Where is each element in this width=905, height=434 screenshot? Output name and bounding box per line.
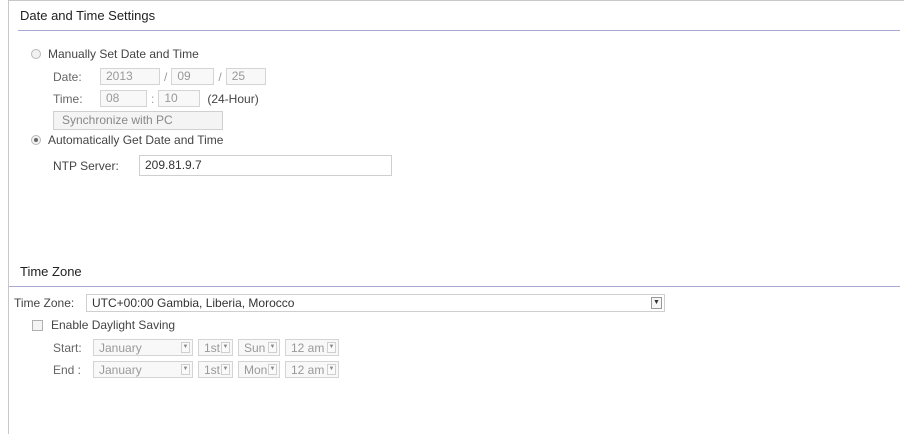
dst-start-month-value: January: [99, 340, 142, 355]
dst-start-week-value: 1st: [204, 340, 221, 355]
time-zone-row: Time Zone: UTC+00:00 Gambia, Liberia, Mo…: [14, 294, 665, 312]
chevron-down-icon[interactable]: ▼: [221, 364, 230, 375]
manual-datetime-option[interactable]: Manually Set Date and Time: [31, 47, 199, 61]
dst-start-label: Start:: [53, 340, 82, 355]
auto-datetime-label: Automatically Get Date and Time: [48, 133, 224, 147]
dst-start-day-value: Sun: [244, 340, 266, 355]
date-time-section-title: Date and Time Settings: [20, 8, 156, 23]
dst-start-week-select[interactable]: 1st ▼: [198, 339, 233, 356]
time-label: Time:: [53, 91, 83, 106]
chevron-down-icon[interactable]: ▼: [181, 342, 190, 353]
date-time-section-rule: [18, 30, 900, 31]
ntp-server-label: NTP Server:: [53, 158, 119, 173]
daylight-saving-label: Enable Daylight Saving: [51, 318, 176, 332]
day-input[interactable]: 25: [225, 68, 266, 85]
chevron-down-icon[interactable]: ▼: [327, 364, 336, 375]
ntp-row: NTP Server: 209.81.9.7: [53, 155, 392, 176]
chevron-down-icon[interactable]: ▼: [651, 297, 662, 309]
time-row: Time: 08 : 10 (24-Hour): [53, 90, 259, 107]
sync-with-pc-button[interactable]: Synchronize with PC: [53, 111, 223, 130]
auto-datetime-radio[interactable]: [31, 135, 41, 145]
daylight-saving-checkbox[interactable]: [32, 319, 43, 331]
chevron-down-icon[interactable]: ▼: [327, 342, 336, 353]
year-input[interactable]: 2013: [100, 68, 160, 85]
month-input[interactable]: 09: [171, 68, 215, 85]
time-format-label: (24-Hour): [207, 91, 259, 106]
dst-start-day-select[interactable]: Sun ▼: [238, 339, 280, 356]
dst-end-day-select[interactable]: Mon ▼: [238, 361, 280, 378]
dst-end-week-select[interactable]: 1st ▼: [198, 361, 233, 378]
dst-end-day-value: Mon: [244, 362, 268, 377]
chevron-down-icon[interactable]: ▼: [268, 342, 277, 353]
dst-end-month-value: January: [99, 362, 142, 377]
dst-start-hour-value: 12 am: [291, 340, 325, 355]
time-zone-select[interactable]: UTC+00:00 Gambia, Liberia, Morocco ▼: [86, 294, 665, 312]
date-row: Date: 2013 / 09 / 25: [53, 68, 266, 85]
time-separator: :: [151, 91, 155, 106]
dst-end-week-value: 1st: [204, 362, 221, 377]
dst-start-month-select[interactable]: January ▼: [93, 339, 193, 356]
dst-end-month-select[interactable]: January ▼: [93, 361, 193, 378]
minute-input[interactable]: 10: [158, 90, 201, 107]
ntp-server-input[interactable]: 209.81.9.7: [139, 155, 392, 176]
dst-end-row: End : January ▼ 1st ▼ Mon ▼ 12 am ▼: [53, 361, 339, 378]
time-zone-value: UTC+00:00 Gambia, Liberia, Morocco: [92, 296, 295, 310]
auto-datetime-option[interactable]: Automatically Get Date and Time: [31, 133, 223, 147]
dst-start-hour-select[interactable]: 12 am ▼: [285, 339, 339, 356]
dst-end-label: End :: [53, 362, 82, 377]
dst-end-hour-value: 12 am: [291, 362, 325, 377]
date-separator: /: [164, 69, 168, 84]
dst-start-row: Start: January ▼ 1st ▼ Sun ▼ 12 am ▼: [53, 339, 339, 356]
chevron-down-icon[interactable]: ▼: [221, 342, 230, 353]
manual-datetime-radio[interactable]: [31, 49, 41, 59]
sync-row: Synchronize with PC: [53, 111, 223, 130]
daylight-saving-option[interactable]: Enable Daylight Saving: [32, 318, 175, 332]
time-zone-section-rule: [9, 286, 900, 287]
time-zone-section-title: Time Zone: [20, 264, 82, 279]
manual-datetime-label: Manually Set Date and Time: [48, 47, 199, 61]
date-separator: /: [218, 69, 222, 84]
date-label: Date:: [53, 69, 82, 84]
chevron-down-icon[interactable]: ▼: [181, 364, 190, 375]
chevron-down-icon[interactable]: ▼: [268, 364, 277, 375]
time-zone-label: Time Zone:: [14, 296, 75, 310]
hour-input[interactable]: 08: [100, 90, 147, 107]
dst-end-hour-select[interactable]: 12 am ▼: [285, 361, 339, 378]
